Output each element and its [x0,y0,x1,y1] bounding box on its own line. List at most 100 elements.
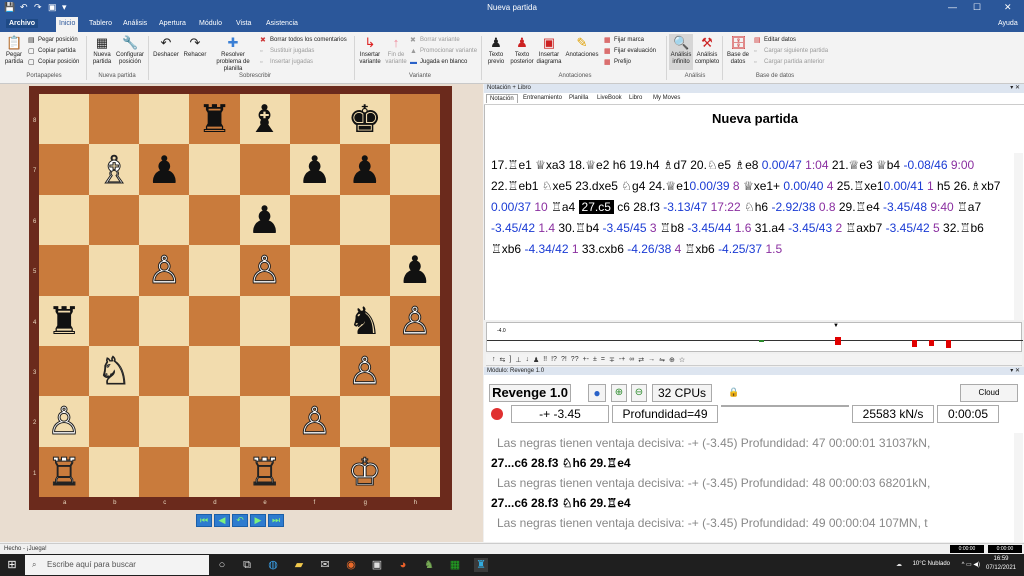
insert-variation-button[interactable]: ↳ Insertar variante [357,36,383,66]
excel-icon[interactable]: ▦ [448,558,462,572]
infinite-analysis-button[interactable]: 🔍 Análisis infinito [669,34,693,70]
tab-planilla[interactable]: Planilla [566,94,591,102]
paste-position-button[interactable]: ▤ Pegar posición [28,37,78,44]
square-a6[interactable] [39,194,90,246]
square-h4[interactable]: ♙ [389,295,440,346]
annotations-button[interactable]: ✎ Anotaciones [563,36,601,59]
square-f5[interactable] [289,245,340,296]
chess-piece[interactable]: ♞ [348,302,382,340]
square-c6[interactable] [139,194,190,246]
annotation-symbol-button[interactable]: ± [593,356,597,363]
maximize-icon[interactable]: ☐ [973,2,981,13]
square-b4[interactable] [89,295,140,346]
move-token[interactable]: h5 [937,179,954,193]
square-d6[interactable] [189,194,240,246]
move-token[interactable]: h6 [613,158,630,172]
annotation-symbol-button[interactable]: +- [583,356,589,363]
tab-tablero[interactable]: Tablero [86,19,115,28]
paste-game-button[interactable]: 📋 Pegar partida [2,36,26,66]
square-a3[interactable] [39,345,90,397]
null-move-button[interactable]: ▬ Jugada en blanco [410,59,467,66]
move-token[interactable]: ♖a7 [957,200,981,214]
back-variation-button[interactable]: ↶ [232,514,248,527]
engine-pv-line[interactable]: 27...c6 28.f3 ♘h6 29.♖e4 [491,496,631,510]
annotation-symbol-button[interactable]: ] [509,356,511,363]
move-token[interactable]: ♘xe5 [542,179,575,193]
square-a7[interactable] [39,144,90,195]
square-e1[interactable]: ♖ [239,446,290,497]
square-a2[interactable]: ♙ [39,396,90,447]
tab-asistencia[interactable]: Asistencia [263,19,301,28]
square-d5[interactable] [189,245,240,296]
square-e3[interactable] [239,345,290,397]
square-f6[interactable] [289,194,340,246]
chess-piece[interactable]: ♜ [197,100,231,138]
promote-variation-button[interactable]: ▲ Promocionar variante [410,48,477,55]
tab-notacion[interactable]: Notación [486,94,518,103]
clock-date[interactable]: 07/12/2021 [984,565,1018,571]
move-token[interactable]: ♖xb6 [685,242,718,256]
square-f2[interactable]: ♙ [289,396,340,447]
tab-libro[interactable]: Libro [626,94,645,102]
edit-data-button[interactable]: ▤ Editar datos [754,37,796,44]
replace-moves-button[interactable]: ▫ Sustituir jugadas [260,48,314,55]
move-token[interactable]: 19.h4 [629,158,662,172]
annotation-symbol-button[interactable]: = [601,356,605,363]
tab-apertura[interactable]: Apertura [156,19,189,28]
tab-archivo[interactable]: Archivo [6,19,39,28]
previous-move-button[interactable]: ◀ [214,514,230,527]
chess-piece[interactable]: ♙ [297,402,332,441]
square-d3[interactable] [189,345,240,397]
chessbase-icon[interactable]: ♞ [422,558,436,572]
weather-text[interactable]: 10°C Nublado [913,561,950,567]
chess-piece[interactable]: ♔ [347,452,382,491]
annotation-symbol-button[interactable]: ?? [571,356,579,363]
annotation-symbol-button[interactable]: !? [551,356,557,363]
annotation-symbol-button[interactable]: ⊕ [669,356,675,364]
square-g7[interactable]: ♟ [339,144,390,195]
cpu-count[interactable]: 32 CPUs [652,384,712,402]
annotation-symbol-button[interactable]: !! [543,356,547,363]
photos-icon[interactable]: ▣ [370,558,384,572]
engine-scrollbar[interactable] [1014,433,1023,542]
text-before-button[interactable]: ♟ Texto previo [484,36,508,66]
current-move[interactable]: 27.c5 [578,200,614,214]
move-token[interactable]: ♖xb6 [491,242,524,256]
annotation-symbol-button[interactable]: ⊥ [515,356,521,364]
square-a8[interactable] [39,94,90,145]
taskbar-search[interactable]: ⌕ Escribe aquí para buscar [25,555,209,575]
move-token[interactable]: 26.♗xb7 [954,179,1001,193]
record-icon[interactable] [491,408,503,420]
tab-modulo[interactable]: Módulo [196,19,225,28]
square-e2[interactable] [239,396,290,447]
cortana-icon[interactable]: ○ [215,558,229,572]
delete-variation-button[interactable]: ✖ Borrar variante [410,37,460,44]
first-move-button[interactable]: ⏮ [196,514,212,527]
square-e6[interactable]: ♟ [239,194,290,246]
move-token[interactable]: ♖axb7 [846,221,886,235]
annotation-symbol-button[interactable]: ⇆ [500,356,506,364]
chess-piece[interactable]: ♚ [348,100,382,138]
square-g4[interactable]: ♞ [339,295,390,346]
delete-comments-button[interactable]: ✖ Borrar todos los comentarios [260,37,347,44]
tray-icons[interactable]: ^ ▭ ◀) [962,561,980,568]
load-previous-game-button[interactable]: ▫ Cargar partida anterior [754,59,824,66]
redo-button[interactable]: ↷ Rehacer [182,36,208,59]
chess-piece[interactable]: ♙ [397,301,432,340]
next-move-button[interactable]: ▶ [250,514,266,527]
square-h7[interactable] [389,144,440,195]
chessboard[interactable]: ♜ ♝ ♚ ♗ ♟ ♟ ♟ ♟ ♙ ♙ ♟ ♜ ♞ ♙ ♘ ♙ ♙ ♙ ♖ ♖ ♔ [39,94,440,497]
mail-icon[interactable]: ✉ [318,558,332,572]
move-token[interactable]: 23.dxe5 [575,179,621,193]
add-line-icon[interactable]: ⊕ [611,384,627,402]
square-d2[interactable] [189,396,240,447]
set-mark-button[interactable]: ▦ Fijar marca [604,37,644,44]
square-c3[interactable] [139,345,190,397]
square-h3[interactable] [389,345,440,397]
move-token[interactable]: 28.f3 [633,200,663,214]
move-token[interactable]: c6 [614,200,633,214]
square-c8[interactable] [139,94,190,145]
tab-my-moves[interactable]: My Moves [650,94,683,102]
annotation-symbol-button[interactable]: ☆ [679,356,685,364]
database-button[interactable]: 🗄 Base de datos [725,36,751,66]
